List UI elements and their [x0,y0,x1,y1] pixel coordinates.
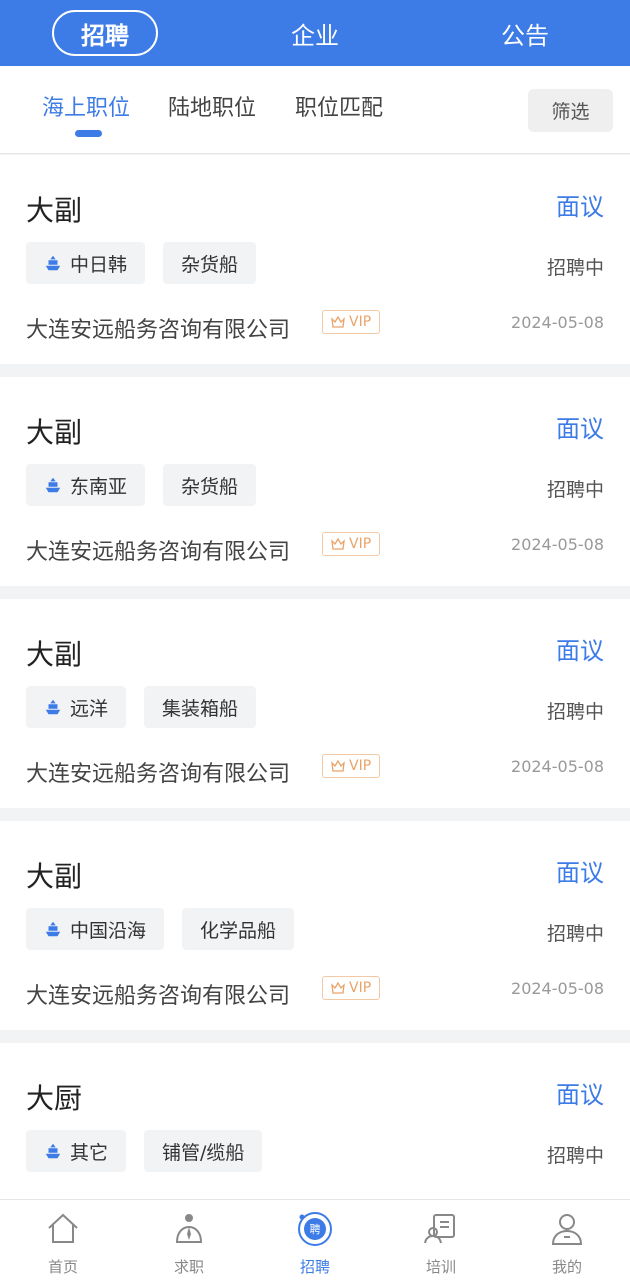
nav-job-seek-label: 求职 [173,1258,204,1276]
svg-text:聘: 聘 [310,1222,321,1236]
vip-badge: VIP [322,976,381,1000]
ship-type-tag: 杂货船 [163,242,257,284]
vip-badge: VIP [322,754,381,778]
job-card[interactable]: 大副 面议 远洋 集装箱船 招聘中 大连安远船务咨询有限公司 VIP 2024-… [0,599,630,808]
vip-label: VIP [349,536,372,552]
route-tag: 其它 [26,1130,127,1172]
ship-icon [45,921,61,937]
training-icon [424,1214,455,1244]
nav-home-label: 首页 [47,1258,78,1276]
tab-enterprise[interactable]: 企业 [262,0,368,66]
job-salary: 面议 [556,193,604,221]
job-card[interactable]: 大副 面议 东南亚 杂货船 招聘中 大连安远船务咨询有限公司 VIP 2024-… [0,377,630,586]
job-salary: 面议 [556,1081,604,1109]
subtab-land-jobs[interactable]: 陆地职位 [168,90,256,122]
nav-profile-label: 我的 [551,1258,582,1276]
job-title: 大厨 [26,1082,83,1115]
crown-icon [331,982,345,994]
job-salary: 面议 [556,859,604,887]
job-title: 大副 [26,194,83,227]
nav-job-seek[interactable]: 求职 [126,1200,252,1280]
route-label: 其它 [70,1141,109,1164]
job-salary: 面议 [556,415,604,443]
vip-label: VIP [349,314,372,330]
home-icon [48,1213,78,1243]
nav-recruit[interactable]: 聘 招聘 [252,1200,378,1280]
job-status: 招聘中 [546,701,604,723]
route-tag: 中国沿海 [26,908,165,950]
route-label: 中日韩 [70,253,128,276]
profile-icon [551,1214,583,1245]
ship-type-label: 杂货船 [181,475,239,498]
route-tag: 中日韩 [26,242,146,284]
job-status: 招聘中 [546,923,604,945]
ship-icon [45,255,61,271]
company-name: 大连安远船务咨询有限公司 [26,984,291,1009]
ship-icon [45,699,61,715]
route-tag: 东南亚 [26,464,146,506]
active-tab-indicator [75,130,102,137]
job-title: 大副 [26,860,83,893]
job-card[interactable]: 大副 面议 中日韩 杂货船 招聘中 大连安远船务咨询有限公司 VIP 2024-… [0,155,630,364]
ship-type-label: 化学品船 [200,919,277,942]
route-label: 东南亚 [70,475,128,498]
crown-icon [331,538,345,550]
job-title: 大副 [26,638,83,671]
ship-icon [45,477,61,493]
crown-icon [331,316,345,328]
bottom-nav: 首页 求职 聘 招聘 培训 我的 [0,1199,630,1280]
vip-badge: VIP [322,532,381,556]
job-salary: 面议 [556,637,604,665]
ship-type-label: 集装箱船 [162,697,239,720]
company-name: 大连安远船务咨询有限公司 [26,318,291,343]
vip-label: VIP [349,980,372,996]
job-title: 大副 [26,416,83,449]
route-tag: 远洋 [26,686,127,728]
crown-icon [331,760,345,772]
ship-type-tag: 杂货船 [163,464,257,506]
subtab-job-match[interactable]: 职位匹配 [295,90,383,122]
nav-training[interactable]: 培训 [378,1200,504,1280]
job-status: 招聘中 [546,1145,604,1167]
ship-type-label: 杂货船 [181,253,239,276]
tab-recruit[interactable]: 招聘 [52,10,158,56]
vip-badge: VIP [322,310,381,334]
filter-button[interactable]: 筛选 [528,89,613,132]
recruit-icon: 聘 [298,1212,332,1246]
nav-training-label: 培训 [425,1258,456,1276]
ship-type-tag: 化学品船 [182,908,295,950]
vip-label: VIP [349,758,372,774]
route-label: 远洋 [70,697,109,720]
ship-type-label: 铺管/缆船 [162,1141,245,1164]
post-date: 2024-05-08 [511,979,604,998]
job-status: 招聘中 [546,479,604,501]
ship-icon [45,1143,61,1159]
company-name: 大连安远船务咨询有限公司 [26,540,291,565]
ship-type-tag: 集装箱船 [144,686,257,728]
post-date: 2024-05-08 [511,313,604,332]
route-label: 中国沿海 [70,919,147,942]
job-seeker-icon [175,1214,203,1243]
top-tab-bar: 招聘 企业 公告 [0,0,630,66]
company-name: 大连安远船务咨询有限公司 [26,762,291,787]
subtab-sea-jobs[interactable]: 海上职位 [42,90,130,122]
nav-profile[interactable]: 我的 [504,1200,630,1280]
job-list: 大副 面议 中日韩 杂货船 招聘中 大连安远船务咨询有限公司 VIP 2024-… [0,155,630,1265]
post-date: 2024-05-08 [511,757,604,776]
ship-type-tag: 铺管/缆船 [144,1130,263,1172]
tab-announcement[interactable]: 公告 [472,0,578,66]
job-card[interactable]: 大副 面议 中国沿海 化学品船 招聘中 大连安远船务咨询有限公司 VIP 202… [0,821,630,1030]
nav-recruit-label: 招聘 [299,1258,330,1276]
job-status: 招聘中 [546,257,604,279]
nav-home[interactable]: 首页 [0,1200,126,1280]
post-date: 2024-05-08 [511,535,604,554]
